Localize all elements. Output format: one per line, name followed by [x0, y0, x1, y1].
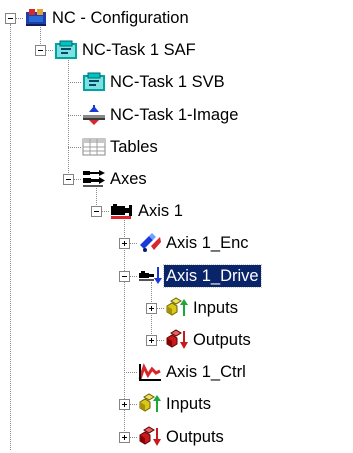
tree-node-label[interactable]: NC-Task 1-Image — [108, 104, 240, 126]
collapse-toggle-axis-1-drive[interactable] — [119, 271, 130, 282]
tree-node-label[interactable]: Axis 1_Ctrl — [164, 361, 248, 383]
expand-toggle-axis-1-enc[interactable] — [119, 238, 130, 249]
controller-icon — [138, 361, 162, 383]
nc-configuration-icon — [24, 7, 48, 29]
tree-node-axes[interactable] — [0, 166, 353, 192]
expand-toggle-axis-1-outputs[interactable] — [119, 432, 130, 443]
tree-node-label[interactable]: NC - Configuration — [50, 7, 191, 29]
outputs-icon — [165, 329, 189, 351]
tree-node-label[interactable]: Axis 1_Drive — [163, 264, 262, 288]
project-tree[interactable]: NC - Configuration NC-Task 1 SAF NC-Task 1… — [0, 0, 353, 450]
tree-node-label[interactable]: Tables — [108, 136, 160, 158]
tree-node-label[interactable]: Axes — [108, 168, 149, 190]
axes-icon — [82, 168, 106, 190]
tree-node-label[interactable]: Inputs — [191, 297, 240, 319]
tree-node-label[interactable]: NC-Task 1 SAF — [80, 39, 198, 61]
image-icon — [82, 104, 106, 126]
outputs-icon — [138, 426, 162, 448]
collapse-toggle-axis-1[interactable] — [91, 206, 102, 217]
table-icon — [82, 136, 106, 158]
expand-toggle-drive-inputs[interactable] — [146, 303, 157, 314]
expand-toggle-drive-outputs[interactable] — [146, 335, 157, 346]
tree-node-label[interactable]: Axis 1 — [136, 200, 185, 222]
encoder-icon — [138, 232, 162, 254]
inputs-icon — [165, 297, 189, 319]
tree-node-label[interactable]: Outputs — [164, 426, 226, 448]
axis-icon — [110, 200, 134, 222]
drive-icon — [138, 265, 162, 287]
expand-toggle-axis-1-inputs[interactable] — [119, 399, 130, 410]
tree-node-label[interactable]: Axis 1_Enc — [164, 232, 251, 254]
collapse-toggle-nc-configuration[interactable] — [5, 13, 16, 24]
tree-node-tables[interactable] — [0, 134, 353, 160]
task-icon — [82, 71, 106, 93]
tree-node-label[interactable]: Inputs — [164, 393, 213, 415]
collapse-toggle-nc-task-1-saf[interactable] — [35, 45, 46, 56]
tree-node-label[interactable]: NC-Task 1 SVB — [108, 71, 227, 93]
task-icon — [54, 39, 78, 61]
inputs-icon — [138, 393, 162, 415]
collapse-toggle-axes[interactable] — [63, 174, 74, 185]
tree-node-label[interactable]: Outputs — [191, 329, 253, 351]
